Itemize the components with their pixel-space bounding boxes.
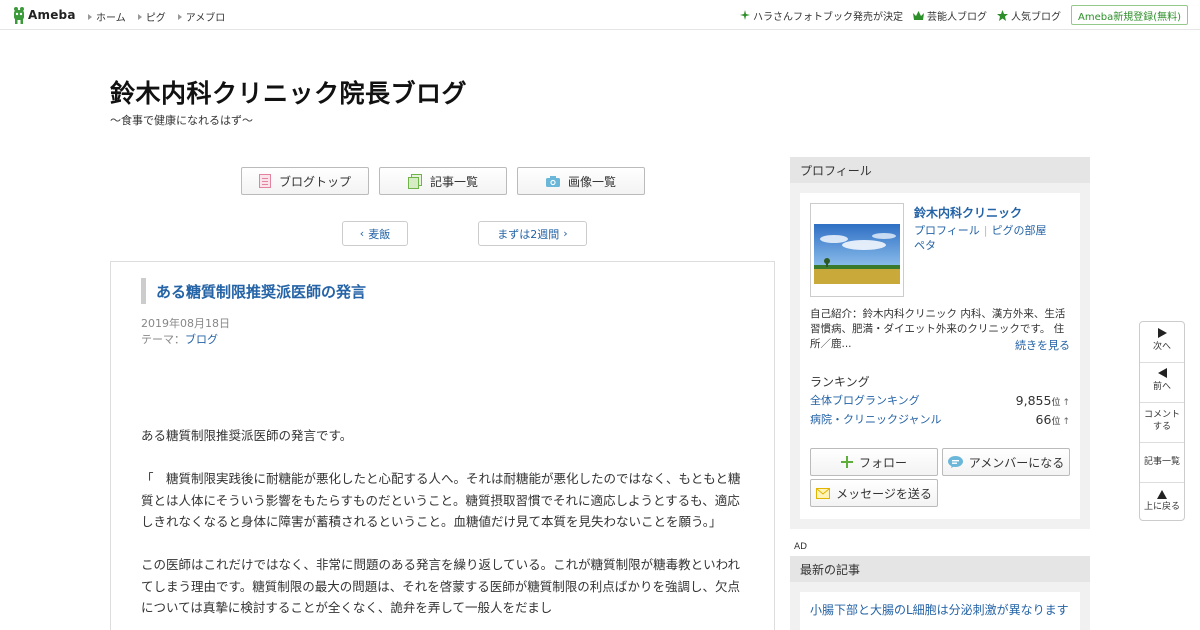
latest-articles-header: 最新の記事: [790, 556, 1090, 582]
divider: [1140, 482, 1184, 483]
theme-link[interactable]: ブログ: [185, 333, 218, 346]
nav-home[interactable]: ホーム: [88, 9, 126, 24]
up-arrow-icon: ↑: [1062, 416, 1070, 427]
latest-article-link[interactable]: 小腸下部と大腸のL細胞は分泌刺激が異なります: [810, 601, 1069, 618]
nav-pigg[interactable]: ピグ: [137, 9, 166, 24]
article-paragraph: ある糖質制限推奨派医師の発言です。: [141, 428, 353, 443]
pigg-room-link[interactable]: ピグの部屋: [992, 224, 1047, 237]
camera-icon: [545, 175, 560, 187]
profile-links: プロフィール | ピグの部屋 ペタ: [914, 223, 1047, 253]
register-button[interactable]: Ameba新規登録(無料): [1070, 5, 1188, 25]
play-right-icon: [1157, 328, 1167, 338]
crown-icon: [912, 10, 924, 20]
latest-articles-box: 小腸下部と大腸のL細胞は分泌刺激が異なります: [790, 582, 1090, 630]
divider: [1140, 362, 1184, 363]
triangle-right-icon: [88, 13, 92, 20]
profile-box: 鈴木内科クリニック プロフィール | ピグの部屋 ペタ 自己紹介：鈴木内科クリニック…: [790, 183, 1090, 529]
ranking-value: 66位 ↑: [1035, 411, 1070, 427]
blog-title[interactable]: 鈴木内科クリニック院長ブログ: [110, 74, 467, 110]
blog-description: ～食事で健康になれるはず～: [110, 114, 253, 127]
article-body: ある糖質制限推奨派医師の発言です。 「 糖質制限実践後に耐糖能が悪化したと心配す…: [141, 425, 747, 630]
triangle-right-icon: [177, 13, 182, 20]
article-date: 2019年08月18日: [141, 317, 230, 330]
profile-header: プロフィール: [790, 157, 1090, 183]
divider: [1140, 442, 1184, 443]
ad-label: AD: [794, 542, 808, 552]
up-arrow-icon: ↑: [1062, 397, 1070, 408]
triangle-up-icon: [1157, 490, 1167, 499]
chat-bubble-icon: [947, 456, 963, 468]
image-list-button[interactable]: 画像一覧: [517, 167, 645, 195]
article-paragraph: この医師はこれだけではなく、非常に問題のある発言を繰り返している。これが糖質制限…: [141, 557, 741, 615]
celebrity-blog-link[interactable]: 芸能人ブログ: [912, 8, 987, 23]
article-list-side-button[interactable]: 記事一覧: [1140, 456, 1184, 468]
global-header: Ameba ホーム ピグ アメブロ ハラさんフォトブック発売が決定 芸能人ブログ…: [0, 0, 1200, 30]
nav-ameblo[interactable]: アメブロ: [177, 9, 225, 24]
header-right: ハラさんフォトブック発売が決定 芸能人ブログ 人気ブログ Ameba新規登録(無…: [739, 5, 1188, 25]
separator: |: [983, 224, 988, 237]
divider: [1140, 402, 1184, 403]
article-paragraph: 「 糖質制限実践後に耐糖能が悪化したと心配する人へ。それは耐糖能が悪化したのでは…: [141, 471, 741, 529]
document-icon: [258, 174, 271, 188]
next-button[interactable]: 次へ: [1140, 328, 1184, 353]
ranking-value: 9,855位 ↑: [1015, 392, 1070, 408]
envelope-icon: [816, 487, 831, 499]
popular-blog-link[interactable]: 人気ブログ: [996, 8, 1061, 23]
article: ある糖質制限推奨派医師の発言 2019年08月18日 テーマ：ブログ ある糖質制…: [110, 261, 775, 630]
ranking-row-overall: 全体ブログランキング 9,855位 ↑: [810, 392, 1070, 408]
ameba-mascot-icon: [14, 7, 24, 24]
ranking-label: ランキング: [810, 375, 870, 389]
article-title[interactable]: ある糖質制限推奨派医師の発言: [141, 278, 366, 304]
ranking-row-genre: 病院・クリニックジャンル 66位 ↑: [810, 411, 1070, 427]
next-article-link[interactable]: まずは2週間 ›: [478, 221, 587, 246]
message-button[interactable]: メッセージを送る: [810, 479, 938, 507]
article-list-button[interactable]: 記事一覧: [379, 167, 507, 195]
star-icon: [996, 9, 1008, 21]
profile-link[interactable]: プロフィール: [914, 224, 980, 237]
logo-text: Ameba: [28, 8, 76, 22]
back-to-top-button[interactable]: 上に戻る: [1140, 490, 1184, 513]
blog-top-button[interactable]: ブログトップ: [241, 167, 369, 195]
profile-image[interactable]: [810, 203, 904, 297]
triangle-right-icon: [137, 13, 142, 20]
peta-link[interactable]: ペタ: [914, 239, 936, 252]
article-theme: テーマ：ブログ: [141, 333, 218, 346]
plus-icon: [840, 456, 853, 468]
copy-icon: [407, 173, 422, 189]
comment-button[interactable]: コメントする: [1140, 409, 1184, 433]
global-nav: ホーム ピグ アメブロ: [88, 9, 237, 24]
ranking-link[interactable]: 全体ブログランキング: [810, 392, 920, 408]
prev-article-link[interactable]: ‹ 麦飯: [342, 221, 408, 246]
chevron-right-icon: ›: [563, 227, 568, 240]
play-left-icon: [1157, 368, 1167, 378]
profile-name[interactable]: 鈴木内科クリニック: [914, 204, 1022, 221]
news-link[interactable]: ハラさんフォトブック発売が決定: [739, 8, 903, 23]
floating-nav: 次へ 前へ コメントする 記事一覧 上に戻る: [1139, 321, 1185, 521]
ranking-link[interactable]: 病院・クリニックジャンル: [810, 411, 941, 427]
latest-articles-list: 小腸下部と大腸のL細胞は分泌刺激が異なります: [800, 592, 1080, 630]
chevron-left-icon: ‹: [359, 227, 365, 240]
amember-button[interactable]: アメンバーになる: [942, 448, 1070, 476]
profile-card: 鈴木内科クリニック プロフィール | ピグの部屋 ペタ 自己紹介：鈴木内科クリニック…: [800, 193, 1080, 519]
prev-button[interactable]: 前へ: [1140, 368, 1184, 393]
ameba-logo[interactable]: Ameba: [12, 6, 76, 24]
read-more-link[interactable]: 続きを見る: [1015, 337, 1070, 353]
landscape-photo: [814, 207, 900, 293]
follow-button[interactable]: フォロー: [810, 448, 938, 476]
sparkle-icon: [739, 10, 750, 20]
